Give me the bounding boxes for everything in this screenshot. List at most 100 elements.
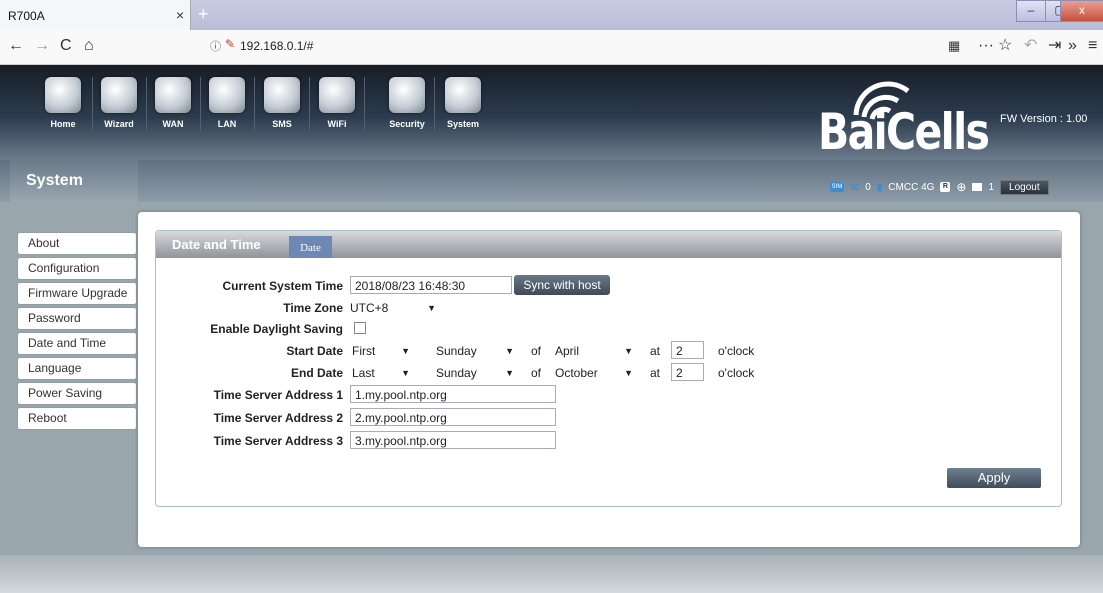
tab-date[interactable]: Date (289, 236, 332, 258)
start-month-value: April (555, 344, 580, 358)
nav-sms[interactable]: SMS (259, 77, 305, 129)
start-date-label: Start Date (286, 344, 343, 358)
browser-tab[interactable]: R700A × (0, 0, 191, 30)
minimize-icon[interactable]: – (1016, 0, 1046, 22)
url-text[interactable]: 192.168.0.1/# (240, 39, 313, 53)
start-week-select[interactable]: First ▼ (352, 342, 414, 360)
chevron-down-icon: ▼ (427, 303, 436, 313)
nav-divider (309, 77, 310, 131)
sms-count: 0 (865, 181, 871, 193)
time-server-1-field[interactable]: 1.my.pool.ntp.org (350, 385, 556, 403)
nav-label: Wizard (104, 119, 134, 129)
library-icon[interactable]: ⇥ (1048, 36, 1061, 56)
end-day-select[interactable]: Sunday ▼ (436, 364, 518, 382)
panel-header: Date and Time Date (156, 231, 1061, 258)
home-page-icon[interactable]: ⌂ (84, 36, 94, 56)
dst-checkbox[interactable] (354, 322, 366, 334)
start-month-select[interactable]: April ▼ (555, 342, 637, 360)
sidebar-item-about[interactable]: About (18, 233, 136, 254)
logout-button[interactable]: Logout (1000, 179, 1049, 195)
current-time-label: Current System Time (222, 279, 344, 293)
nav-divider (92, 77, 93, 131)
end-week-select[interactable]: Last ▼ (352, 364, 414, 382)
tab-title: R700A (8, 9, 45, 23)
end-month-select[interactable]: October ▼ (555, 364, 637, 382)
start-day-select[interactable]: Sunday ▼ (436, 342, 518, 360)
nav-label: SMS (272, 119, 292, 129)
message-icon (972, 183, 983, 191)
forward-icon[interactable]: → (34, 36, 50, 56)
brand-logo: BaiCells (818, 103, 990, 161)
at-text: at (650, 366, 661, 380)
new-tab-icon[interactable]: + (198, 4, 209, 25)
server2-row: Time Server Address 2 (150, 408, 343, 428)
dst-label: Enable Daylight Saving (210, 322, 343, 336)
overflow-icon[interactable]: » (1068, 36, 1077, 56)
current-time-row: Current System Time (150, 276, 344, 296)
server1-label: Time Server Address 1 (213, 388, 343, 402)
chevron-down-icon: ▼ (624, 346, 633, 356)
sidebar-item-reboot[interactable]: Reboot (18, 408, 136, 429)
nav-label: WAN (162, 119, 184, 129)
page-footer-background (0, 555, 1103, 593)
server3-label: Time Server Address 3 (213, 434, 343, 448)
firmware-version: FW Version : 1.00 (1000, 113, 1088, 125)
end-week-value: Last (352, 366, 375, 380)
nav-wan[interactable]: WAN (150, 77, 196, 129)
end-day-value: Sunday (436, 366, 477, 380)
reload-icon[interactable]: C (60, 36, 72, 56)
nav-label: WiFi (327, 119, 347, 129)
nav-label: Security (389, 119, 425, 129)
sidebar-item-language[interactable]: Language (18, 358, 136, 379)
home-icon (45, 77, 81, 113)
time-server-2-field[interactable]: 2.my.pool.ntp.org (350, 408, 556, 426)
wifi-icon (319, 77, 355, 113)
menu-icon[interactable]: ≡ (1088, 36, 1097, 56)
chevron-down-icon: ▼ (505, 346, 514, 356)
status-bar: SIM ✉ 0 ▮ CMCC 4G R ⊕ 1 Logout (830, 179, 1049, 195)
end-hour-field[interactable]: 2 (671, 363, 704, 381)
sidebar-item-firmware-upgrade[interactable]: Firmware Upgrade (18, 283, 136, 304)
url-bar[interactable]: ⓘ ✎ 192.168.0.1/# (200, 35, 940, 57)
nav-wifi[interactable]: WiFi (314, 77, 360, 129)
qr-icon[interactable]: ▦ (948, 36, 960, 56)
bookmark-icon[interactable]: ☆ (998, 36, 1012, 56)
chevron-down-icon: ▼ (505, 368, 514, 378)
nav-divider (434, 77, 435, 131)
sidebar-item-power-saving[interactable]: Power Saving (18, 383, 136, 404)
nav-system[interactable]: System (440, 77, 486, 129)
nav-security[interactable]: Security (384, 77, 430, 129)
nav-home[interactable]: Home (40, 77, 86, 129)
nav-divider (364, 77, 365, 131)
end-date-row: End Date (150, 363, 343, 383)
nav-lan[interactable]: LAN (204, 77, 250, 129)
browser-nav-bar: ← → C ⌂ ⓘ ✎ 192.168.0.1/# ▦ ··· ☆ ↶ ⇥ » … (0, 30, 1103, 65)
info-icon[interactable]: ⓘ (210, 38, 221, 54)
timezone-value: UTC+8 (350, 301, 389, 315)
internet-icon: ⊕ (956, 180, 967, 194)
close-window-icon[interactable]: x (1060, 0, 1103, 22)
insecure-icon: ✎ (225, 37, 236, 51)
sidebar-item-configuration[interactable]: Configuration (18, 258, 136, 279)
timezone-select[interactable]: UTC+8 ▼ (350, 299, 440, 317)
oclock-text: o'clock (718, 344, 755, 358)
sidebar-item-password[interactable]: Password (18, 308, 136, 329)
current-time-field[interactable]: 2018/08/23 16:48:30 (350, 276, 512, 294)
of-text: of (531, 366, 542, 380)
tab-close-icon[interactable]: × (176, 7, 184, 23)
dst-row: Enable Daylight Saving (150, 319, 343, 339)
page-actions-icon[interactable]: ··· (978, 36, 994, 56)
nav-wizard[interactable]: Wizard (96, 77, 142, 129)
back-icon[interactable]: ← (8, 36, 24, 56)
sidebar-item-date-and-time[interactable]: Date and Time (18, 333, 136, 354)
apply-button[interactable]: Apply (947, 468, 1041, 488)
time-server-3-field[interactable]: 3.my.pool.ntp.org (350, 431, 556, 449)
chevron-down-icon: ▼ (401, 368, 410, 378)
history-back-icon[interactable]: ↶ (1024, 36, 1037, 56)
top-banner: Home Wizard WAN LAN SMS WiFi Security Sy… (0, 65, 1103, 160)
system-icon (445, 77, 481, 113)
carrier-label: CMCC 4G (888, 181, 935, 193)
at-text: at (650, 344, 661, 358)
start-hour-field[interactable]: 2 (671, 341, 704, 359)
sync-with-host-button[interactable]: Sync with host (514, 275, 610, 295)
